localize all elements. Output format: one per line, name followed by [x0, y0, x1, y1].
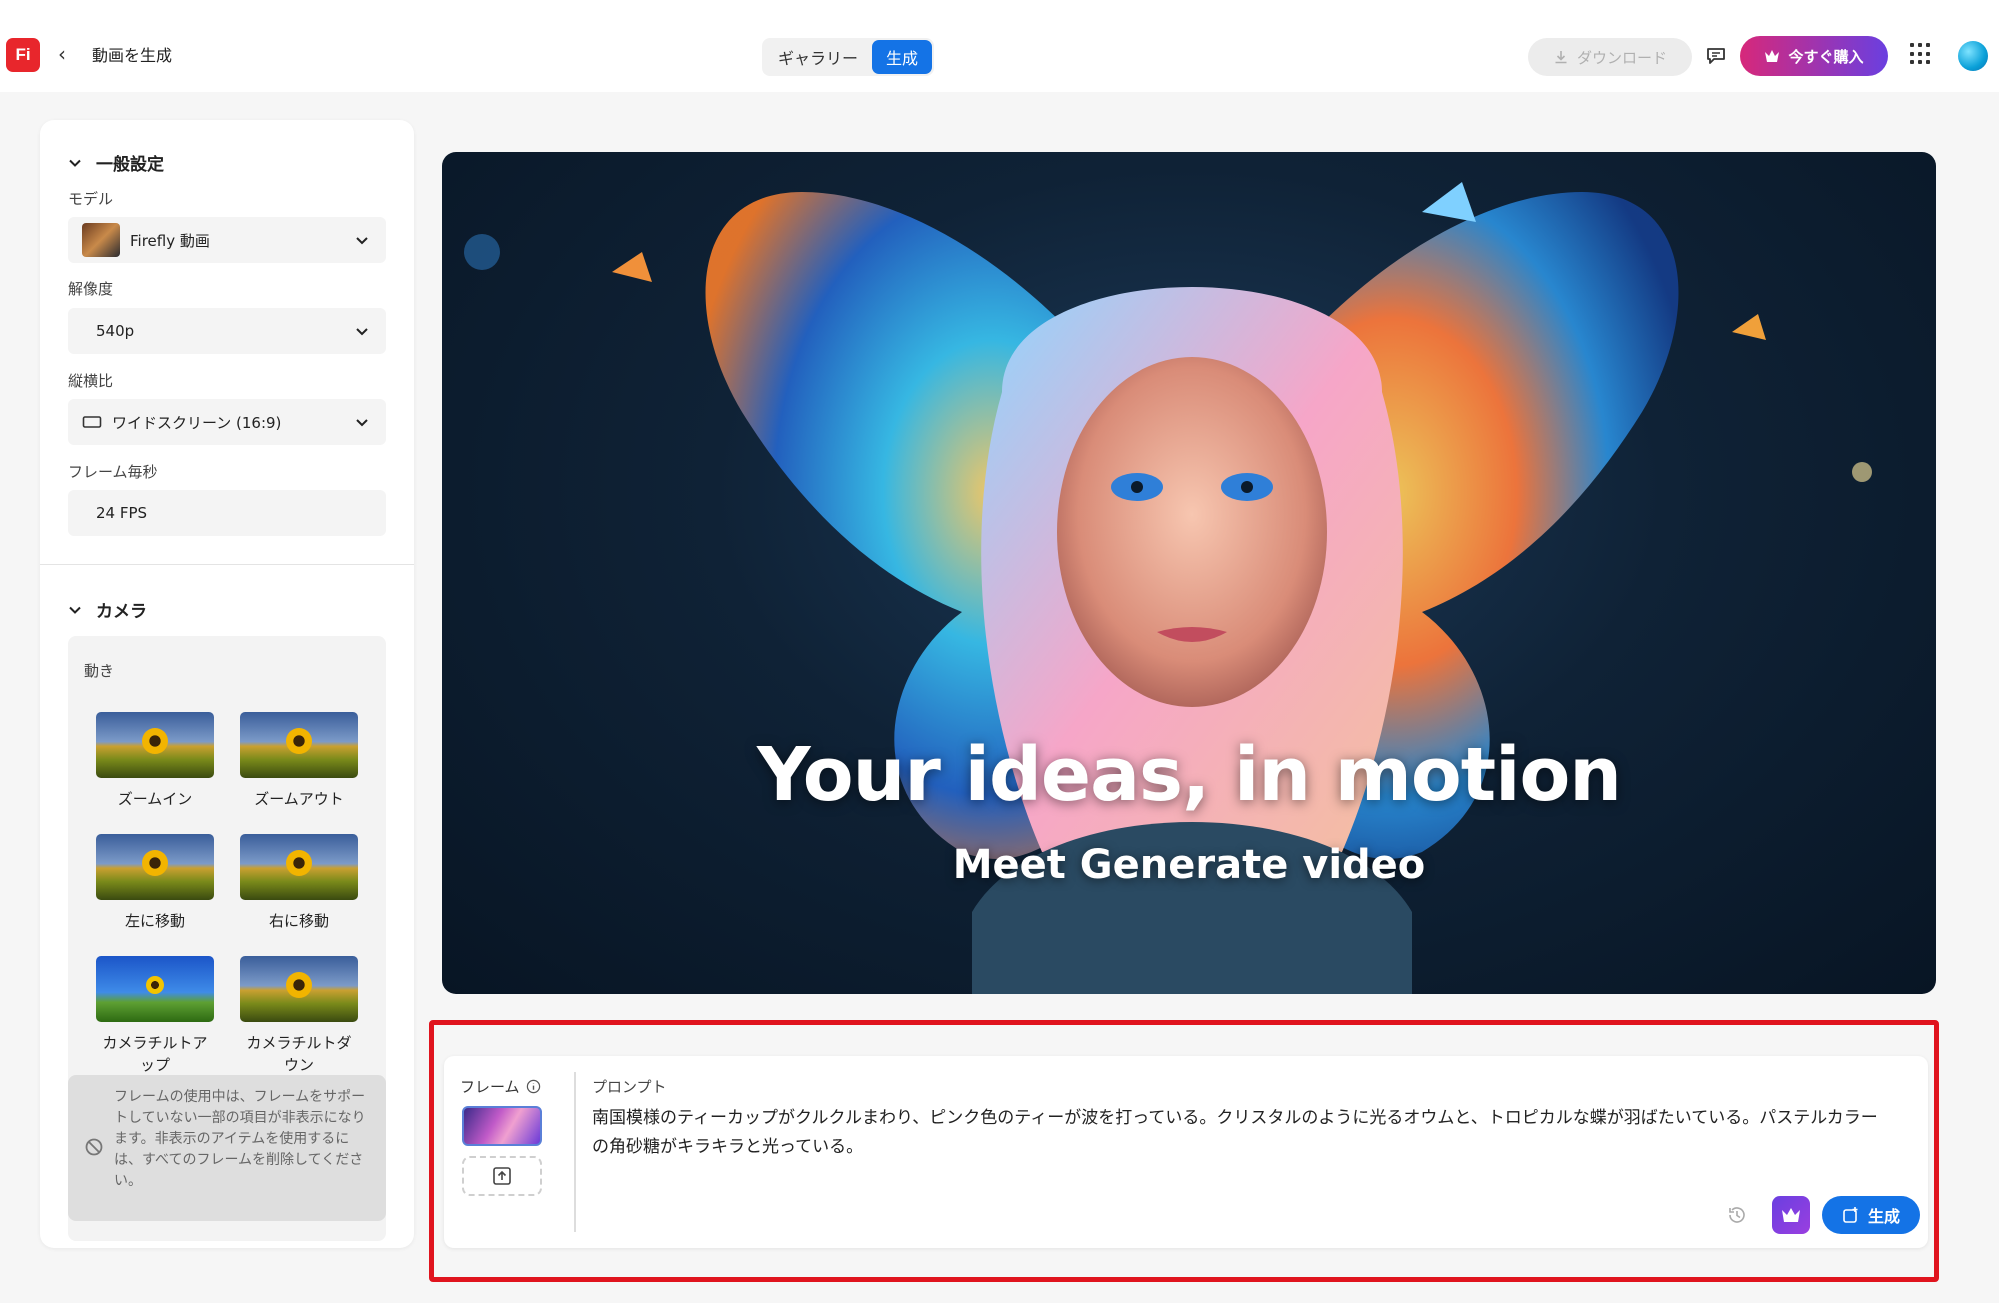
aspect-ratio-select[interactable]: ワイドスクリーン (16:9) — [68, 399, 386, 445]
resolution-select[interactable]: 540p — [68, 308, 386, 354]
pan-right-thumbnail — [240, 834, 358, 900]
general-settings-title: 一般設定 — [96, 155, 164, 175]
generate-icon — [1843, 1207, 1858, 1223]
chevron-down-icon — [356, 328, 368, 336]
widescreen-icon — [82, 416, 102, 428]
motion-zoom-in[interactable]: ズームイン — [96, 712, 214, 810]
download-label: ダウンロード — [1576, 48, 1667, 67]
motion-label-pan-right: 右に移動 — [268, 912, 329, 930]
chevron-down-icon — [356, 419, 368, 427]
zoom-out-thumbnail — [240, 712, 358, 778]
motion-pan-left[interactable]: 左に移動 — [96, 834, 214, 932]
motion-zoom-out[interactable]: ズームアウト — [240, 712, 358, 810]
model-thumbnail — [82, 223, 120, 257]
hero-subtitle: Meet Generate video — [952, 842, 1426, 888]
top-bar: Fi ‹ 動画を生成 ギャラリー 生成 ダウンロード 今すぐ購入 — [0, 0, 1999, 92]
buy-now-label: 今すぐ購入 — [1788, 47, 1864, 66]
crown-icon — [1765, 50, 1780, 62]
section-divider — [40, 564, 414, 565]
hero-title: Your ideas, in motion — [757, 732, 1622, 818]
frame-label: フレーム — [460, 1076, 541, 1097]
motion-label-zoom-out: ズームアウト — [254, 790, 344, 808]
tilt-up-thumbnail — [96, 956, 214, 1022]
generate-button[interactable]: 生成 — [1822, 1196, 1920, 1234]
settings-sidebar: 一般設定 モデル Firefly 動画 解像度 540p 縦横比 ワイドスクリー… — [40, 120, 414, 1248]
generate-label: 生成 — [1867, 1207, 1900, 1226]
premium-button[interactable] — [1772, 1196, 1810, 1234]
zoom-in-thumbnail — [96, 712, 214, 778]
mode-tabs: ギャラリー 生成 — [762, 38, 935, 76]
panel-divider — [574, 1072, 576, 1232]
prohibited-icon — [85, 1138, 103, 1156]
tilt-down-thumbnail — [240, 956, 358, 1022]
chevron-down-icon — [69, 159, 81, 167]
frames-notice: フレームの使用中は、フレームをサポートしていない一部の項目が非表示になります。非… — [68, 1075, 386, 1221]
back-chevron-icon[interactable]: ‹ — [58, 42, 66, 66]
tab-gallery[interactable]: ギャラリー — [764, 40, 872, 74]
motion-label-tilt-down: カメラチルトダウン — [246, 1034, 352, 1074]
history-icon[interactable] — [1726, 1204, 1748, 1226]
motion-tilt-up[interactable]: カメラチルトアップ — [96, 956, 214, 1076]
chevron-down-icon — [69, 606, 81, 614]
tab-generate[interactable]: 生成 — [872, 40, 933, 74]
frame-upload-button[interactable] — [462, 1156, 542, 1196]
motion-label-pan-left: 左に移動 — [124, 912, 185, 930]
camera-title: カメラ — [96, 602, 147, 622]
download-icon — [1555, 51, 1567, 64]
upload-icon — [493, 1167, 511, 1185]
user-avatar[interactable] — [1958, 41, 1988, 71]
pan-left-thumbnail — [96, 834, 214, 900]
resolution-value: 540p — [96, 322, 135, 340]
fps-label: フレーム毎秒 — [68, 463, 158, 481]
prompt-panel: フレーム プロンプト 南国模様のティーカップがクルクルまわり、ピンク色のティーが… — [444, 1056, 1928, 1248]
buy-now-button[interactable]: 今すぐ購入 — [1740, 36, 1888, 76]
motion-label-tilt-up: カメラチルトアップ — [102, 1034, 208, 1074]
feedback-icon[interactable] — [1704, 44, 1728, 68]
motion-tilt-down[interactable]: カメラチルトダウン — [240, 956, 358, 1076]
info-icon[interactable] — [526, 1079, 541, 1094]
motion-label-zoom-in: ズームイン — [117, 790, 193, 808]
general-settings-header[interactable]: 一般設定 — [68, 150, 164, 175]
motion-label: 動き — [84, 662, 115, 680]
model-select[interactable]: Firefly 動画 — [68, 217, 386, 263]
frame-label-text: フレーム — [460, 1078, 520, 1096]
camera-header[interactable]: カメラ — [68, 597, 147, 622]
hero-banner: Your ideas, in motion Meet Generate vide… — [442, 152, 1936, 994]
resolution-label: 解像度 — [68, 280, 114, 298]
model-label: モデル — [68, 190, 114, 208]
download-button[interactable]: ダウンロード — [1528, 38, 1692, 76]
fps-field[interactable]: 24 FPS — [68, 490, 386, 536]
motion-pan-right[interactable]: 右に移動 — [240, 834, 358, 932]
frames-notice-text: フレームの使用中は、フレームをサポートしていない一部の項目が非表示になります。非… — [114, 1089, 366, 1189]
prompt-input[interactable]: 南国模様のティーカップがクルクルまわり、ピンク色のティーが波を打っている。クリス… — [592, 1104, 1892, 1162]
firefly-logo[interactable]: Fi — [6, 38, 40, 72]
chevron-down-icon — [356, 237, 368, 245]
prompt-label: プロンプト — [592, 1078, 667, 1096]
aspect-ratio-value: ワイドスクリーン (16:9) — [112, 413, 282, 432]
fps-value: 24 FPS — [96, 504, 148, 522]
aspect-ratio-label: 縦横比 — [68, 372, 114, 390]
crown-icon — [1782, 1208, 1800, 1222]
page-title: 動画を生成 — [92, 46, 173, 65]
apps-grid-icon[interactable] — [1910, 43, 1932, 65]
frame-thumbnail[interactable] — [462, 1106, 542, 1146]
model-value: Firefly 動画 — [130, 231, 210, 250]
